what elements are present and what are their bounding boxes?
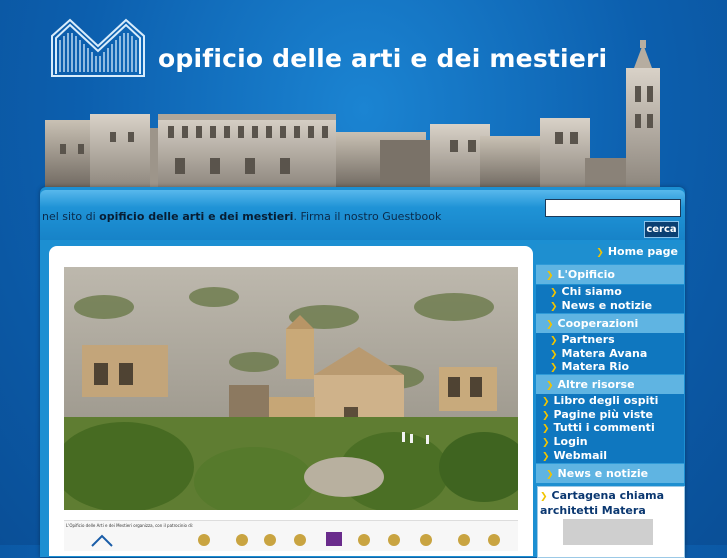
arrow-right-icon: ❯	[546, 381, 554, 391]
arrow-right-icon: ❯	[596, 248, 604, 258]
guestbook-link[interactable]: . Firma il nostro Guestbook	[293, 210, 441, 223]
sidebar-item-matera-rio[interactable]: ❯ Matera Rio	[536, 360, 684, 374]
sidebar-section-label: L'Opificio	[557, 268, 615, 281]
sidebar-section-opificio[interactable]: ❯ L'Opificio	[536, 264, 684, 284]
welcome-prefix: nel sito di	[42, 210, 96, 223]
arrow-right-icon: ❯	[546, 320, 554, 330]
sidebar-item-label: Matera Rio	[561, 360, 630, 373]
arrow-right-icon: ❯	[546, 470, 554, 480]
sidebar-item-pagine-viste[interactable]: ❯ Pagine più viste	[536, 408, 684, 422]
sidebar-item-commenti[interactable]: ❯ Tutti i commenti	[536, 421, 684, 435]
sidebar-item-label: Chi siamo	[561, 285, 622, 298]
sidebar-section-news[interactable]: ❯ News e notizie	[536, 463, 684, 483]
arrow-right-icon: ❯	[542, 438, 550, 448]
sidebar-section-label: News e notizie	[557, 467, 649, 480]
sidebar-item-chi-siamo[interactable]: ❯ Chi siamo	[536, 285, 684, 299]
arrow-right-icon: ❯	[550, 363, 558, 373]
sidebar-section-altre-risorse[interactable]: ❯ Altre risorse	[536, 374, 684, 394]
sidebar-item-label: Login	[553, 435, 588, 448]
news-headline-text: Cartagena chiama architetti Matera	[540, 489, 664, 517]
sidebar-item-matera-avana[interactable]: ❯ Matera Avana	[536, 347, 684, 361]
sidebar-item-label: Pagine più viste	[553, 408, 654, 421]
sidebar-item-libro-ospiti[interactable]: ❯ Libro degli ospiti	[536, 394, 684, 408]
sidebar-item-news[interactable]: ❯ News e notizie	[536, 299, 684, 313]
sidebar-item-label: Webmail	[553, 449, 608, 462]
arrow-right-icon: ❯	[542, 452, 550, 462]
sidebar-item-partners[interactable]: ❯ Partners	[536, 333, 684, 347]
arrow-right-icon: ❯	[542, 397, 550, 407]
search-button[interactable]: cerca	[644, 221, 679, 238]
arrow-right-icon: ❯	[550, 350, 558, 360]
sidebar-item-login[interactable]: ❯ Login	[536, 435, 684, 449]
sidebar-section-cooperazioni[interactable]: ❯ Cooperazioni	[536, 313, 684, 333]
arrow-right-icon: ❯	[546, 271, 554, 281]
sponsor-logos	[91, 532, 500, 547]
arrow-right-icon: ❯	[550, 288, 558, 298]
arrow-right-icon: ❯	[542, 424, 550, 434]
sidebar-item-label: Partners	[561, 333, 615, 346]
arrow-right-icon: ❯	[542, 411, 550, 421]
sidebar-item-label: Tutti i commenti	[553, 421, 655, 434]
main-photo	[64, 267, 518, 510]
sidebar-section-label: Altre risorse	[557, 378, 635, 391]
arrow-right-icon: ❯	[550, 302, 558, 312]
welcome-site-name: opificio delle arti e dei mestieri	[99, 210, 294, 223]
news-headline[interactable]: ❯ Cartagena chiama architetti Matera	[540, 489, 680, 518]
sidebar-item-label: News e notizie	[561, 299, 653, 312]
sidebar-item-label: Libro degli ospiti	[553, 394, 659, 407]
home-page-link[interactable]: ❯ Home page	[536, 245, 684, 263]
sidebar-item-webmail[interactable]: ❯ Webmail	[536, 449, 684, 463]
welcome-text: nel sito di opificio delle arti e dei me…	[42, 210, 441, 223]
home-page-label: Home page	[607, 245, 678, 258]
arrow-right-icon: ❯	[550, 336, 558, 346]
search-input[interactable]	[545, 199, 681, 217]
arrow-right-icon: ❯	[540, 492, 548, 502]
news-thumbnail[interactable]	[563, 519, 653, 545]
sidebar-section-label: Cooperazioni	[557, 317, 639, 330]
skyline-image	[45, 40, 660, 190]
sidebar-item-label: Matera Avana	[561, 347, 648, 360]
